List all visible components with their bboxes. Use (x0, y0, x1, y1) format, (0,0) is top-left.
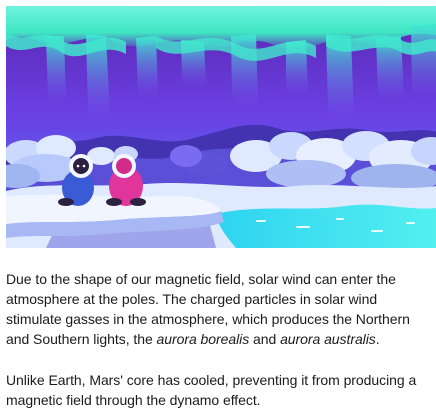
article-paragraph-mars: Unlike Earth, Mars' core has cooled, pre… (6, 372, 417, 408)
p1-text-and: and (249, 331, 281, 347)
article-paragraph-aurora: Due to the shape of our magnetic field, … (6, 269, 430, 349)
p1-text-end: . (375, 331, 380, 347)
term-aurora-australis: aurora australis (280, 331, 376, 347)
aurora-illustration (6, 6, 436, 248)
term-aurora-borealis: aurora borealis (156, 331, 250, 347)
aurora-illustration-svg (6, 6, 436, 248)
ice-water (216, 204, 436, 248)
